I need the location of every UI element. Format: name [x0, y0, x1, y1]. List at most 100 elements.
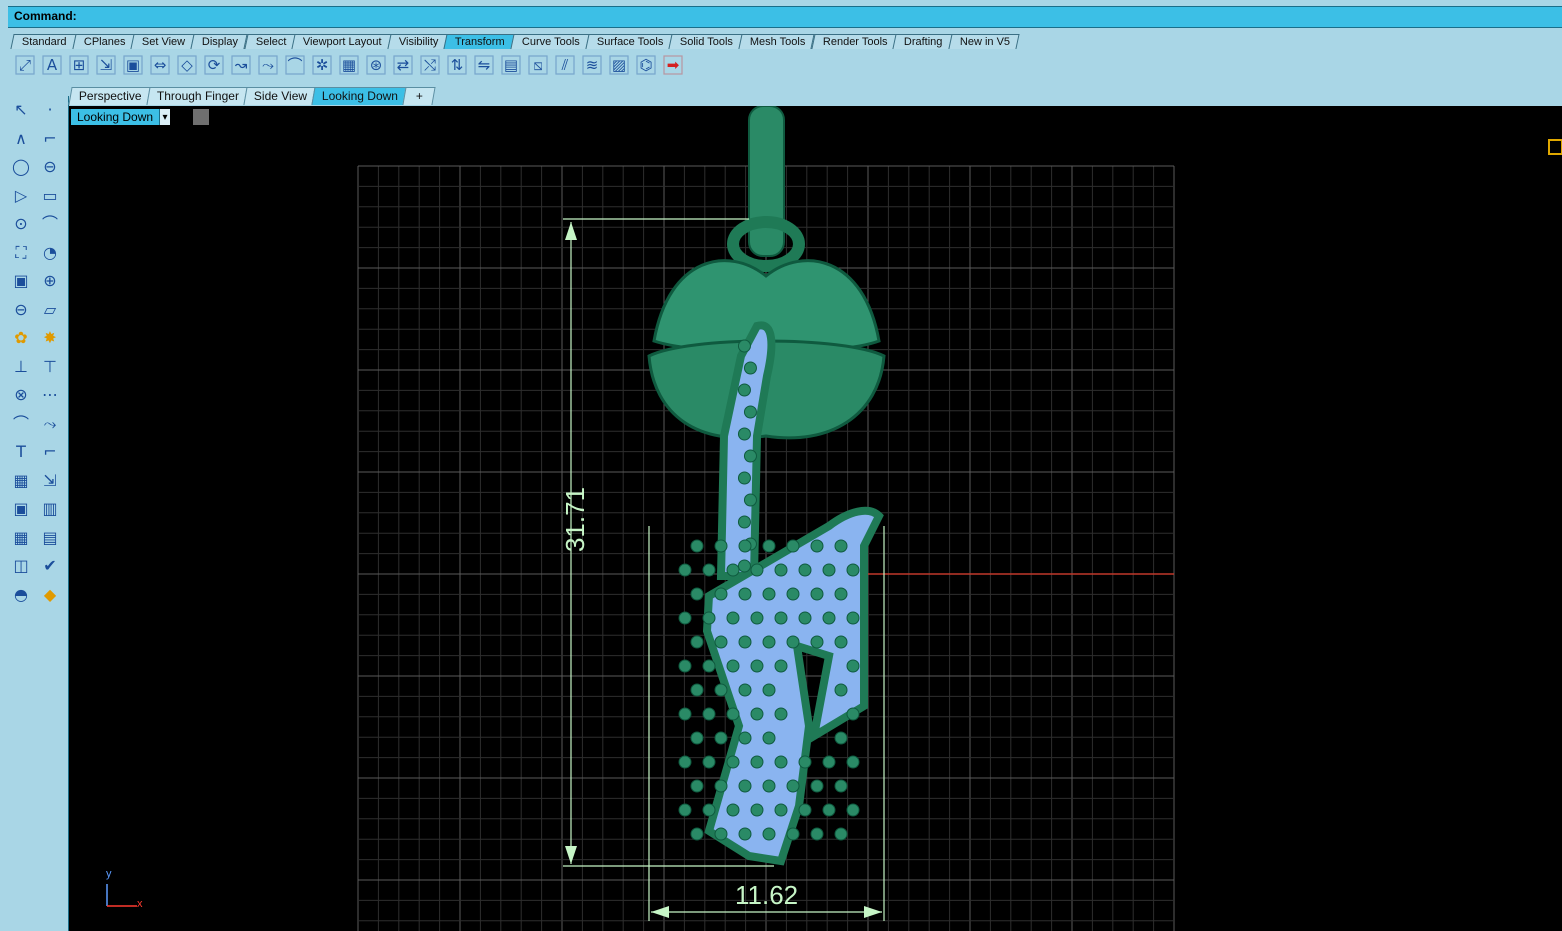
tab-solid-tools[interactable]: Solid Tools — [668, 34, 743, 49]
gem-setting — [750, 755, 764, 769]
smash-icon[interactable]: ⊛ — [363, 52, 389, 78]
command-line[interactable]: Command: — [8, 6, 1562, 28]
model-canvas — [106, 106, 1562, 931]
tab-curve-tools[interactable]: Curve Tools — [510, 34, 590, 49]
orient-on-surface-icon[interactable]: ▨ — [606, 52, 632, 78]
plane-icon[interactable]: ▱ — [37, 296, 63, 322]
viewport-tab-perspective[interactable]: Perspective — [68, 87, 151, 105]
boolean-union-icon[interactable]: ⊕ — [37, 267, 63, 293]
svg-text:◫: ◫ — [13, 556, 28, 575]
blend-curve-icon[interactable]: ⤳ — [37, 410, 63, 436]
group-icon[interactable]: ⊗ — [8, 381, 34, 407]
arc-icon[interactable]: ▷ — [8, 182, 34, 208]
dimension-icon[interactable]: ⌐ — [37, 438, 63, 464]
explode-icon[interactable]: ✸ — [37, 324, 63, 350]
maelstrom-icon[interactable]: ≋ — [579, 52, 605, 78]
splop-icon[interactable]: ⇋ — [471, 52, 497, 78]
surface-from-points-icon[interactable]: ⛶ — [8, 239, 34, 265]
tab-visibility[interactable]: Visibility — [387, 34, 448, 49]
align-icon[interactable]: Α — [39, 52, 65, 78]
tab-surface-tools[interactable]: Surface Tools — [585, 34, 673, 49]
flow-along-surface-icon[interactable]: ⫽ — [552, 52, 578, 78]
twist-icon[interactable]: ↝ — [228, 52, 254, 78]
svg-text:⌒: ⌒ — [13, 414, 29, 433]
mesh-icon[interactable]: ◫ — [8, 552, 34, 578]
rotate-icon[interactable]: ⟳ — [201, 52, 227, 78]
sweep-icon[interactable]: ◔ — [37, 239, 63, 265]
gear-transform-icon[interactable]: ✿ — [8, 324, 34, 350]
tab-display[interactable]: Display — [190, 34, 249, 49]
viewport-tab-side-view[interactable]: Side View — [243, 87, 316, 105]
tab-set-view[interactable]: Set View — [130, 34, 196, 49]
gem-setting — [774, 659, 788, 673]
grid-array-small-icon[interactable]: ▦ — [8, 524, 34, 550]
tab-drafting[interactable]: Drafting — [892, 34, 953, 49]
circle-icon[interactable]: ◯ — [8, 153, 34, 179]
render-icon[interactable]: ▥ — [37, 495, 63, 521]
check-icon[interactable]: ✔ — [37, 552, 63, 578]
taper-icon[interactable]: ⇅ — [444, 52, 470, 78]
cage-edit-icon[interactable]: ▤ — [498, 52, 524, 78]
fillet-curve-icon[interactable]: ⌒ — [37, 210, 63, 236]
bend-icon[interactable]: ⌒ — [282, 52, 308, 78]
paint-icon[interactable]: ◆ — [37, 581, 63, 607]
shaded-solids-icon[interactable]: ◓ — [8, 581, 34, 607]
gem-setting — [743, 493, 757, 507]
tab-viewport-layout[interactable]: Viewport Layout — [291, 34, 392, 49]
scale-icon[interactable]: ⇲ — [93, 52, 119, 78]
gem-setting — [846, 611, 860, 625]
ungroup-icon[interactable]: ⋯ — [37, 381, 63, 407]
viewport-looking-down[interactable]: Looking Down ▾ 31.71 11.62 y x — [69, 106, 1562, 931]
viewport-tab-through-finger[interactable]: Through Finger — [146, 87, 248, 105]
rectangle-curve-icon[interactable]: ⌐ — [37, 125, 63, 151]
tab-select[interactable]: Select — [243, 34, 296, 49]
set-pt-icon[interactable]: ⌬ — [633, 52, 659, 78]
polygon-icon[interactable]: ⊙ — [8, 210, 34, 236]
array-small-icon[interactable]: ▦ — [8, 467, 34, 493]
tab-transform[interactable]: Transform — [443, 34, 515, 49]
mirror-icon[interactable]: ⇔ — [147, 52, 173, 78]
transform-ops-icon[interactable]: ⤭ — [417, 52, 443, 78]
stack-icon[interactable]: ▤ — [37, 524, 63, 550]
viewport-tab-looking-down[interactable]: Looking Down — [311, 87, 407, 105]
move-icon[interactable]: ⤢ — [12, 52, 38, 78]
gem-setting — [798, 803, 812, 817]
ellipse-icon[interactable]: ⊖ — [37, 153, 63, 179]
history-arrow-icon[interactable]: ➡ — [660, 52, 686, 78]
orient-icon[interactable]: ◇ — [174, 52, 200, 78]
array-icon[interactable]: ⊞ — [66, 52, 92, 78]
cylinder-icon[interactable]: ⊖ — [8, 296, 34, 322]
svg-text:◔: ◔ — [43, 243, 57, 262]
add-viewport-tab[interactable]: + — [402, 87, 436, 105]
split-icon[interactable]: ⊥ — [8, 353, 34, 379]
gem-setting — [798, 563, 812, 577]
stretch-icon[interactable]: ⇄ — [390, 52, 416, 78]
rectangle-icon[interactable]: ▭ — [37, 182, 63, 208]
box-edit-icon[interactable]: ▣ — [120, 52, 146, 78]
tab-cplanes[interactable]: CPlanes — [72, 34, 135, 49]
box-solid-icon[interactable]: ▣ — [8, 267, 34, 293]
polyline-icon[interactable]: ∧ — [8, 125, 34, 151]
svg-text:≋: ≋ — [586, 56, 599, 74]
trim-icon[interactable]: ⊤ — [37, 353, 63, 379]
gem-setting — [737, 427, 751, 441]
svg-text:⧅: ⧅ — [533, 56, 543, 74]
tab-new-in-v5[interactable]: New in V5 — [948, 34, 1020, 49]
grid-array-icon[interactable]: ▦ — [336, 52, 362, 78]
polar-array-icon[interactable]: ✲ — [309, 52, 335, 78]
flow-icon[interactable]: ⤳ — [255, 52, 281, 78]
scale-small-icon[interactable]: ⇲ — [37, 467, 63, 493]
gem-setting — [690, 539, 704, 553]
gem-setting — [786, 635, 800, 649]
select-arrow-icon[interactable]: ↖ — [8, 96, 34, 122]
tab-mesh-tools[interactable]: Mesh Tools — [738, 34, 816, 49]
tab-render-tools[interactable]: Render Tools — [811, 34, 898, 49]
text-icon[interactable]: T — [8, 438, 34, 464]
shear-icon[interactable]: ⧅ — [525, 52, 551, 78]
gem-setting — [737, 471, 751, 485]
box-edit-small-icon[interactable]: ▣ — [8, 495, 34, 521]
gem-setting — [834, 827, 848, 841]
tab-standard[interactable]: Standard — [10, 34, 77, 49]
point-icon[interactable]: · — [37, 96, 63, 122]
offset-curve-icon[interactable]: ⌒ — [8, 410, 34, 436]
